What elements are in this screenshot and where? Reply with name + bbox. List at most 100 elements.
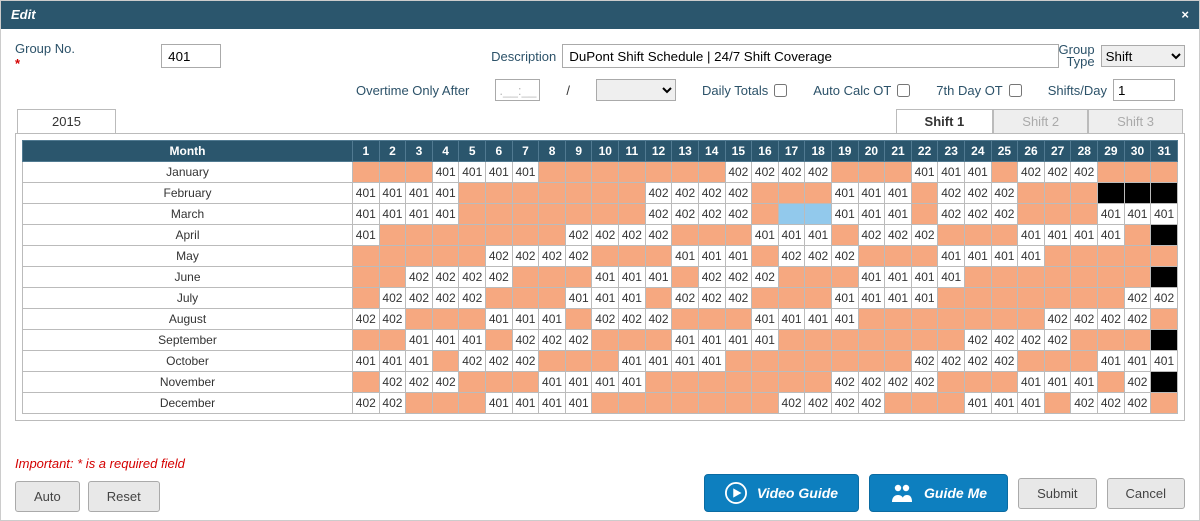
schedule-cell[interactable]: 401	[858, 267, 885, 288]
schedule-cell[interactable]: 401	[672, 330, 699, 351]
schedule-cell[interactable]	[938, 309, 965, 330]
schedule-cell[interactable]: 401	[1098, 351, 1125, 372]
schedule-cell[interactable]	[565, 183, 592, 204]
schedule-cell[interactable]	[885, 246, 912, 267]
schedule-cell[interactable]: 402	[512, 351, 539, 372]
schedule-cell[interactable]: 401	[1044, 225, 1071, 246]
schedule-cell[interactable]: 401	[1151, 351, 1178, 372]
schedule-cell[interactable]: 402	[592, 309, 619, 330]
schedule-cell[interactable]	[1151, 162, 1178, 183]
schedule-cell[interactable]	[938, 225, 965, 246]
schedule-cell[interactable]	[1071, 183, 1098, 204]
schedule-cell[interactable]	[1044, 204, 1071, 225]
schedule-cell[interactable]	[885, 162, 912, 183]
schedule-cell[interactable]	[1018, 309, 1045, 330]
schedule-cell[interactable]: 401	[486, 309, 513, 330]
schedule-cell[interactable]: 401	[885, 183, 912, 204]
schedule-cell[interactable]	[1151, 372, 1178, 393]
schedule-cell[interactable]: 402	[512, 246, 539, 267]
schedule-cell[interactable]: 401	[858, 288, 885, 309]
schedule-cell[interactable]: 401	[965, 162, 992, 183]
schedule-cell[interactable]: 402	[805, 246, 832, 267]
schedule-cell[interactable]: 402	[991, 330, 1018, 351]
schedule-cell[interactable]: 401	[379, 183, 406, 204]
schedule-cell[interactable]: 401	[698, 246, 725, 267]
schedule-cell[interactable]	[938, 330, 965, 351]
schedule-cell[interactable]	[619, 162, 646, 183]
schedule-cell[interactable]: 402	[752, 162, 779, 183]
schedule-cell[interactable]	[1151, 246, 1178, 267]
schedule-cell[interactable]: 401	[1151, 204, 1178, 225]
schedule-cell[interactable]: 402	[353, 393, 380, 414]
schedule-cell[interactable]	[512, 267, 539, 288]
schedule-cell[interactable]: 402	[911, 351, 938, 372]
schedule-cell[interactable]	[778, 288, 805, 309]
schedule-cell[interactable]	[672, 225, 699, 246]
schedule-cell[interactable]: 401	[805, 309, 832, 330]
schedule-cell[interactable]	[885, 351, 912, 372]
schedule-cell[interactable]: 402	[885, 372, 912, 393]
schedule-cell[interactable]: 401	[778, 225, 805, 246]
schedule-cell[interactable]	[486, 204, 513, 225]
schedule-cell[interactable]	[459, 372, 486, 393]
schedule-cell[interactable]	[778, 183, 805, 204]
schedule-cell[interactable]	[512, 183, 539, 204]
schedule-cell[interactable]: 402	[565, 330, 592, 351]
schedule-cell[interactable]: 401	[619, 267, 646, 288]
schedule-cell[interactable]	[1044, 351, 1071, 372]
schedule-cell[interactable]: 402	[645, 225, 672, 246]
schedule-cell[interactable]: 401	[672, 351, 699, 372]
schedule-cell[interactable]: 401	[379, 204, 406, 225]
schedule-cell[interactable]: 401	[1044, 372, 1071, 393]
schedule-cell[interactable]: 401	[965, 246, 992, 267]
schedule-cell[interactable]: 401	[565, 288, 592, 309]
schedule-cell[interactable]: 401	[539, 309, 566, 330]
schedule-cell[interactable]: 401	[486, 162, 513, 183]
schedule-cell[interactable]	[938, 372, 965, 393]
auto-button[interactable]: Auto	[15, 481, 80, 512]
schedule-cell[interactable]: 402	[645, 204, 672, 225]
schedule-cell[interactable]	[353, 330, 380, 351]
schedule-cell[interactable]	[858, 309, 885, 330]
schedule-cell[interactable]	[805, 351, 832, 372]
schedule-cell[interactable]: 401	[353, 204, 380, 225]
schedule-cell[interactable]: 401	[858, 204, 885, 225]
schedule-cell[interactable]	[672, 162, 699, 183]
schedule-cell[interactable]	[778, 351, 805, 372]
schedule-cell[interactable]	[406, 309, 433, 330]
schedule-cell[interactable]	[1151, 225, 1178, 246]
schedule-cell[interactable]: 401	[1098, 204, 1125, 225]
schedule-cell[interactable]	[1124, 267, 1151, 288]
schedule-cell[interactable]	[353, 246, 380, 267]
schedule-cell[interactable]	[353, 288, 380, 309]
description-input[interactable]	[562, 44, 1058, 68]
schedule-cell[interactable]	[1071, 246, 1098, 267]
schedule-cell[interactable]	[752, 288, 779, 309]
schedule-cell[interactable]: 402	[1071, 162, 1098, 183]
schedule-cell[interactable]: 402	[459, 351, 486, 372]
schedule-cell[interactable]	[512, 288, 539, 309]
schedule-cell[interactable]: 401	[831, 288, 858, 309]
schedule-cell[interactable]	[539, 351, 566, 372]
schedule-cell[interactable]: 401	[459, 330, 486, 351]
schedule-cell[interactable]	[1151, 309, 1178, 330]
schedule-cell[interactable]	[1151, 393, 1178, 414]
daily-totals-checkbox[interactable]	[774, 84, 787, 97]
cancel-button[interactable]: Cancel	[1107, 478, 1185, 509]
schedule-cell[interactable]: 402	[432, 288, 459, 309]
schedule-cell[interactable]	[1151, 183, 1178, 204]
schedule-cell[interactable]	[991, 288, 1018, 309]
schedule-cell[interactable]: 402	[911, 372, 938, 393]
schedule-cell[interactable]	[512, 225, 539, 246]
schedule-cell[interactable]: 401	[353, 351, 380, 372]
schedule-cell[interactable]: 401	[619, 288, 646, 309]
schedule-cell[interactable]: 401	[725, 246, 752, 267]
schedule-cell[interactable]	[1044, 288, 1071, 309]
schedule-cell[interactable]: 402	[512, 330, 539, 351]
schedule-cell[interactable]	[353, 267, 380, 288]
schedule-cell[interactable]: 401	[353, 183, 380, 204]
group-type-select[interactable]: Shift	[1101, 45, 1185, 67]
schedule-cell[interactable]	[645, 393, 672, 414]
schedule-cell[interactable]: 402	[645, 309, 672, 330]
schedule-cell[interactable]	[991, 162, 1018, 183]
